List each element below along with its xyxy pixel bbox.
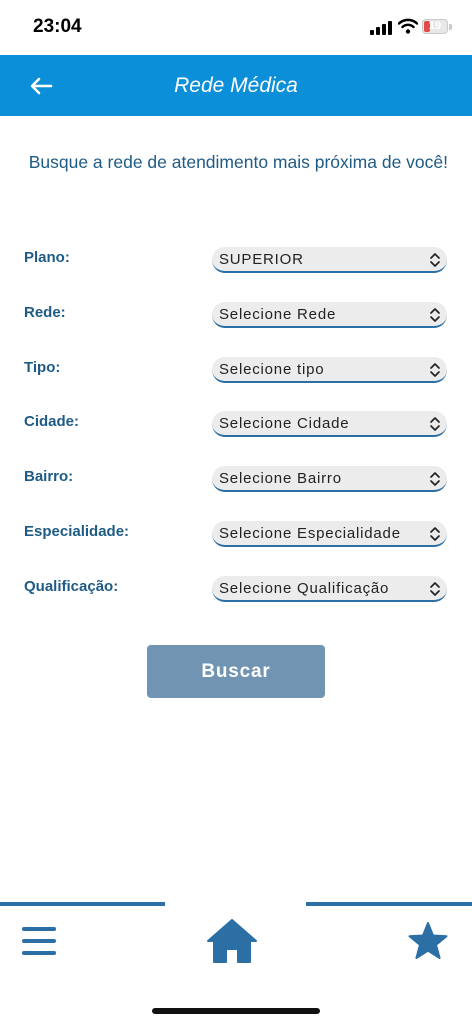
form-row-especialidade: Especialidade: Selecione Especialidade (0, 521, 472, 551)
field-label-rede: Rede: (24, 304, 66, 321)
select-arrows-icon (430, 308, 440, 322)
cidade-select-value: Selecione Cidade (219, 415, 350, 432)
home-indicator (152, 1008, 320, 1014)
search-button[interactable]: Buscar (147, 645, 325, 698)
status-bar: 23:04 19 (0, 0, 472, 55)
field-label-bairro: Bairro: (24, 468, 74, 485)
battery-level: 19 (428, 20, 442, 32)
especialidade-select[interactable]: Selecione Especialidade (212, 521, 447, 547)
wifi-icon (398, 18, 418, 34)
nav-divider-right (306, 902, 472, 906)
field-label-especialidade: Especialidade: (24, 523, 130, 540)
cidade-select[interactable]: Selecione Cidade (212, 411, 447, 437)
tipo-select-value: Selecione tipo (219, 361, 325, 378)
select-arrows-icon (430, 363, 440, 377)
page-title: Rede Médica (174, 74, 298, 97)
select-arrows-icon (430, 253, 440, 267)
form-row-bairro: Bairro: Selecione Bairro (0, 466, 472, 496)
rede-select[interactable]: Selecione Rede (212, 302, 447, 328)
bairro-select-value: Selecione Bairro (219, 470, 342, 487)
plano-select[interactable]: SUPERIOR (212, 247, 447, 273)
star-icon[interactable] (408, 921, 448, 961)
field-label-plano: Plano: (24, 249, 70, 266)
select-arrows-icon (430, 472, 440, 486)
especialidade-select-value: Selecione Especialidade (219, 525, 401, 542)
signal-icon (370, 21, 394, 35)
select-arrows-icon (430, 417, 440, 431)
nav-divider-left (0, 902, 165, 906)
select-arrows-icon (430, 527, 440, 541)
status-time: 23:04 (33, 16, 82, 37)
rede-select-value: Selecione Rede (219, 306, 337, 323)
menu-icon[interactable] (22, 925, 56, 957)
field-label-tipo: Tipo: (24, 359, 61, 376)
field-label-qualificacao: Qualificação: (24, 578, 119, 595)
qualificacao-select-value: Selecione Qualificação (219, 580, 390, 597)
tipo-select[interactable]: Selecione tipo (212, 357, 447, 383)
form-row-tipo: Tipo: Selecione tipo (0, 357, 472, 387)
battery-tip (449, 24, 452, 30)
form-row-rede: Rede: Selecione Rede (0, 302, 472, 332)
select-arrows-icon (430, 582, 440, 596)
form-row-qualificacao: Qualificação: Selecione Qualificação (0, 576, 472, 606)
bairro-select[interactable]: Selecione Bairro (212, 466, 447, 492)
form-row-plano: Plano: SUPERIOR (0, 247, 472, 277)
home-icon[interactable] (206, 918, 258, 964)
plano-select-value: SUPERIOR (219, 251, 304, 268)
field-label-cidade: Cidade: (24, 413, 80, 430)
intro-text: Busque a rede de atendimento mais próxim… (28, 152, 448, 172)
form-row-cidade: Cidade: Selecione Cidade (0, 411, 472, 441)
battery-icon: 19 (422, 19, 448, 34)
app-header: Rede Médica (0, 55, 472, 116)
qualificacao-select[interactable]: Selecione Qualificação (212, 576, 447, 602)
